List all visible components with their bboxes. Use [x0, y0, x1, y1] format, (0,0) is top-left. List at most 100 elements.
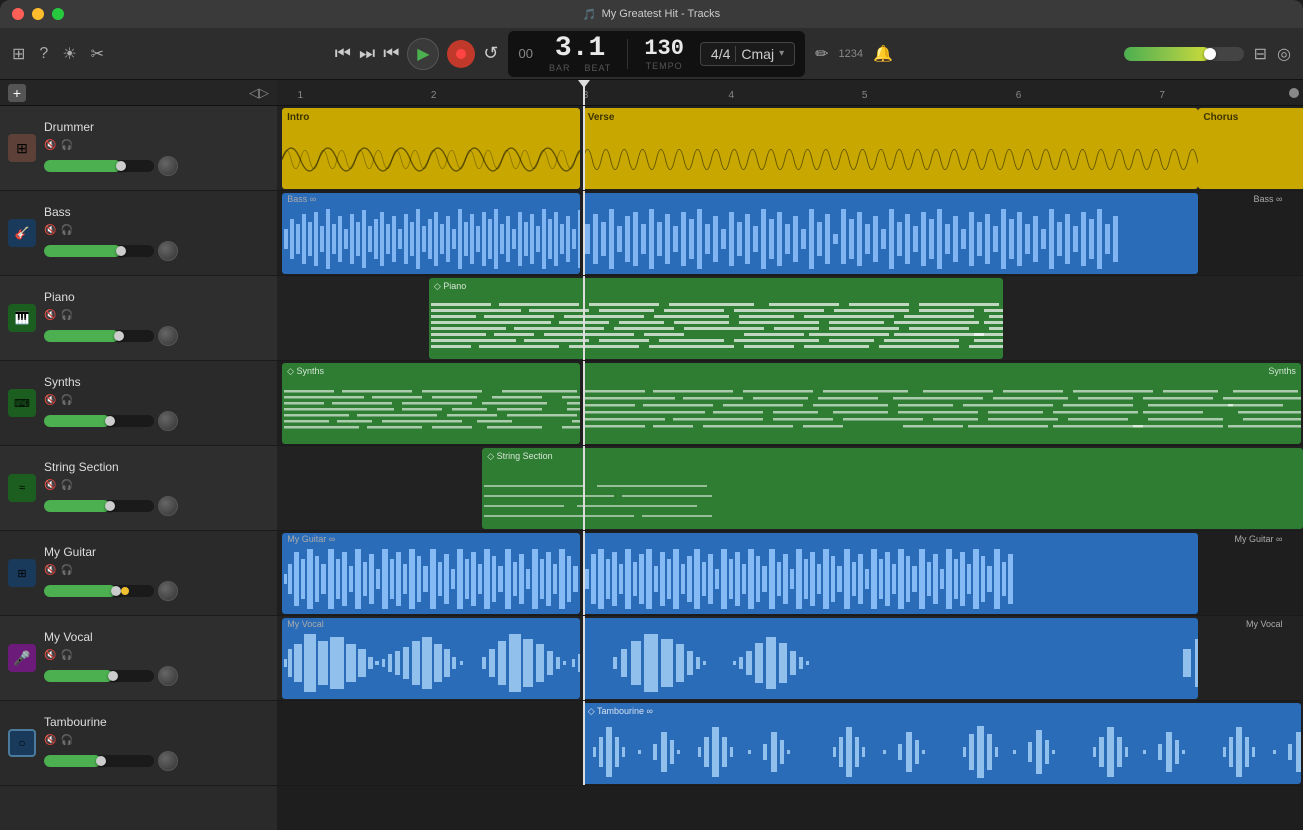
- track-lanes: Intro Verse Chorus: [277, 106, 1303, 786]
- volume-slider-vocal[interactable]: [44, 670, 154, 682]
- track-lane-piano: ◇ Piano: [277, 276, 1303, 361]
- mute-button-piano[interactable]: 🔇: [44, 310, 56, 321]
- pan-knob-bass[interactable]: [158, 241, 178, 261]
- help-icon[interactable]: ?: [39, 45, 48, 63]
- metronome-icon[interactable]: 🔔: [873, 44, 893, 64]
- track-icon-drummer: ⊞: [8, 134, 36, 162]
- pencil-icon[interactable]: ✏: [815, 44, 828, 64]
- midi-strings: [482, 470, 1303, 525]
- volume-slider-bass[interactable]: [44, 245, 154, 257]
- track-icon-synths: ⌨: [8, 389, 36, 417]
- clip-bass-2[interactable]: [583, 193, 1199, 274]
- add-track-button[interactable]: +: [8, 84, 26, 102]
- volume-thumb[interactable]: [1204, 48, 1216, 60]
- playhead-bass: [583, 191, 585, 275]
- track-icon-bass: 🎸: [8, 219, 36, 247]
- headphone-button-drummer[interactable]: 🎧: [60, 140, 72, 151]
- mute-button-drummer[interactable]: 🔇: [44, 140, 56, 151]
- track-name-drummer: Drummer: [44, 120, 269, 134]
- headphone-button-strings[interactable]: 🎧: [60, 480, 72, 491]
- volume-slider-piano[interactable]: [44, 330, 154, 342]
- clip-strings-1[interactable]: ◇ String Section: [482, 448, 1303, 529]
- pan-knob-piano[interactable]: [158, 326, 178, 346]
- time-signature[interactable]: 4/4 Cmaj ▾: [700, 42, 795, 66]
- clip-synths-1[interactable]: ◇ Synths: [282, 363, 580, 444]
- goto-start-button[interactable]: ⏮: [383, 43, 399, 64]
- clip-synths-label-2: Synths: [1268, 366, 1296, 376]
- maximize-button[interactable]: [52, 8, 64, 20]
- clip-drummer-intro[interactable]: Intro: [282, 108, 580, 189]
- clip-guitar-1[interactable]: [282, 533, 580, 614]
- clip-synths-label-1: ◇ Synths: [287, 366, 324, 377]
- bar-beat-value: 3.1: [555, 35, 605, 63]
- pan-knob-synths[interactable]: [158, 411, 178, 431]
- volume-slider-strings[interactable]: [44, 500, 154, 512]
- volume-slider-drummer[interactable]: [44, 160, 154, 172]
- mute-button-bass[interactable]: 🔇: [44, 225, 56, 236]
- clip-vocal-2[interactable]: [583, 618, 1199, 699]
- main-content: + ◁▷ ⊞ Drummer 🔇 🎧: [0, 80, 1303, 830]
- mute-button-synths[interactable]: 🔇: [44, 395, 56, 406]
- track-row: 🎹 Piano 🔇 🎧: [0, 276, 277, 361]
- cycle-button[interactable]: ↺: [483, 43, 498, 64]
- record-button[interactable]: [447, 40, 475, 68]
- clip-piano-label: ◇ Piano: [434, 281, 466, 292]
- track-info-drummer: Drummer 🔇 🎧: [44, 120, 269, 176]
- headphone-button-guitar[interactable]: 🎧: [60, 565, 72, 576]
- pan-knob-guitar[interactable]: [158, 581, 178, 601]
- pan-knob-strings[interactable]: [158, 496, 178, 516]
- fast-forward-button[interactable]: ⏭: [359, 43, 375, 64]
- smart-controls-toggle[interactable]: ◁▷: [249, 85, 269, 101]
- clip-synths-2[interactable]: Synths: [583, 363, 1301, 444]
- rewind-button[interactable]: ⏮: [335, 43, 351, 64]
- headphone-button-tambourine[interactable]: 🎧: [60, 735, 72, 746]
- headphone-button-synths[interactable]: 🎧: [60, 395, 72, 406]
- mute-button-guitar[interactable]: 🔇: [44, 565, 56, 576]
- scissors-icon[interactable]: ✂: [91, 44, 104, 64]
- headphone-button-bass[interactable]: 🎧: [60, 225, 72, 236]
- ruler-mark-5: 5: [862, 90, 868, 101]
- headphone-button-vocal[interactable]: 🎧: [60, 650, 72, 661]
- track-row: 🎤 My Vocal 🔇 🎧: [0, 616, 277, 701]
- master-volume-slider[interactable]: [1124, 47, 1244, 61]
- close-button[interactable]: [12, 8, 24, 20]
- pan-knob-drummer[interactable]: [158, 156, 178, 176]
- headphones-icon[interactable]: ◎: [1277, 44, 1291, 64]
- pan-knob-tambourine[interactable]: [158, 751, 178, 771]
- play-button[interactable]: ▶: [407, 38, 439, 70]
- clip-drummer-chorus[interactable]: Chorus: [1198, 108, 1303, 189]
- clip-tambourine-label: ◇ Tambourine ∞: [588, 706, 653, 717]
- track-name-vocal: My Vocal: [44, 630, 269, 644]
- library-icon[interactable]: ⊞: [12, 44, 25, 64]
- pan-knob-vocal[interactable]: [158, 666, 178, 686]
- track-info-synths: Synths 🔇 🎧: [44, 375, 269, 431]
- mute-button-vocal[interactable]: 🔇: [44, 650, 56, 661]
- volume-slider-guitar[interactable]: [44, 585, 154, 597]
- track-controls-guitar: 🔇 🎧: [44, 565, 269, 576]
- clip-vocal-1[interactable]: [282, 618, 580, 699]
- clip-drummer-verse[interactable]: Verse: [583, 108, 1199, 189]
- midi-piano-1: [429, 295, 1004, 355]
- smart-controls-icon[interactable]: ☀: [62, 44, 76, 64]
- track-row: ○ Tambourine 🔇 🎧: [0, 701, 277, 786]
- waveform-vocal-1: [282, 629, 580, 697]
- track-name-piano: Piano: [44, 290, 269, 304]
- mute-button-strings[interactable]: 🔇: [44, 480, 56, 491]
- clip-tambourine-1[interactable]: ◇ Tambourine ∞: [583, 703, 1301, 784]
- volume-slider-tambourine[interactable]: [44, 755, 154, 767]
- title-icon: 🎵: [583, 8, 597, 21]
- volume-slider-synths[interactable]: [44, 415, 154, 427]
- volume-fill: [1124, 47, 1210, 61]
- clip-guitar-2[interactable]: [583, 533, 1199, 614]
- track-row: 🎸 Bass 🔇 🎧: [0, 191, 277, 276]
- playhead-strings: [583, 446, 585, 530]
- clip-bass-1[interactable]: [282, 193, 580, 274]
- clip-piano-1[interactable]: ◇ Piano: [429, 278, 1004, 359]
- track-controls-bass: 🔇 🎧: [44, 225, 269, 236]
- lcd-icon[interactable]: ⊟: [1254, 44, 1267, 64]
- minimize-button[interactable]: [32, 8, 44, 20]
- headphone-button-piano[interactable]: 🎧: [60, 310, 72, 321]
- dropdown-arrow-icon[interactable]: ▾: [779, 48, 784, 59]
- track-header-icons: ◁▷: [249, 85, 269, 101]
- mute-button-tambourine[interactable]: 🔇: [44, 735, 56, 746]
